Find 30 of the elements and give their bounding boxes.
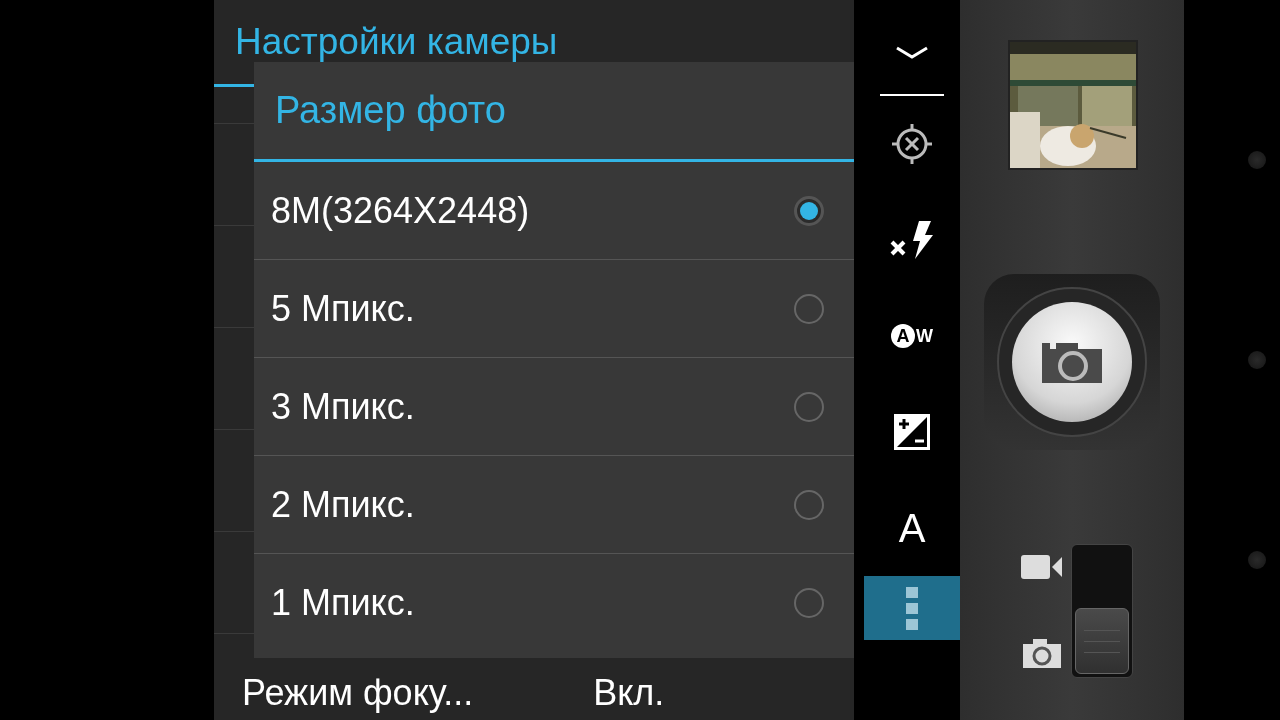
- flash-off-icon[interactable]: [889, 220, 935, 260]
- scene-mode-icon[interactable]: A: [898, 505, 926, 551]
- setting-value: Вкл.: [593, 672, 665, 714]
- camera-icon[interactable]: [1023, 638, 1061, 668]
- camera-icon: [1042, 341, 1102, 383]
- collapse-icon[interactable]: [895, 46, 929, 60]
- more-menu-button[interactable]: [864, 576, 960, 640]
- indicator-dot: [1248, 351, 1266, 369]
- radio-button[interactable]: [794, 293, 824, 324]
- radio-button[interactable]: [794, 489, 824, 520]
- setting-label: Режим фоку...: [242, 672, 474, 714]
- radio-button[interactable]: [794, 587, 824, 618]
- exposure-icon[interactable]: [893, 413, 931, 451]
- dialog-title: Размер фото: [275, 89, 506, 132]
- radio-button[interactable]: [794, 195, 824, 226]
- settings-title: Настройки камеры: [235, 21, 558, 64]
- indicator-dot: [1248, 151, 1266, 169]
- video-camera-icon[interactable]: [1021, 554, 1063, 580]
- switch-thumb[interactable]: [1075, 608, 1129, 674]
- indicator-dot: [1248, 551, 1266, 569]
- shutter-button[interactable]: [984, 274, 1160, 450]
- size-option[interactable]: 5 Мпикс.: [254, 260, 854, 358]
- size-option[interactable]: 3 Мпикс.: [254, 358, 854, 456]
- more-icon: [905, 586, 919, 630]
- size-option[interactable]: 2 Мпикс.: [254, 456, 854, 554]
- mode-switch[interactable]: [1071, 544, 1133, 678]
- focus-icon[interactable]: [890, 122, 934, 166]
- size-option[interactable]: 1 Мпикс.: [254, 554, 854, 651]
- radio-button[interactable]: [794, 391, 824, 422]
- size-option[interactable]: 8M(3264X2448): [254, 162, 854, 260]
